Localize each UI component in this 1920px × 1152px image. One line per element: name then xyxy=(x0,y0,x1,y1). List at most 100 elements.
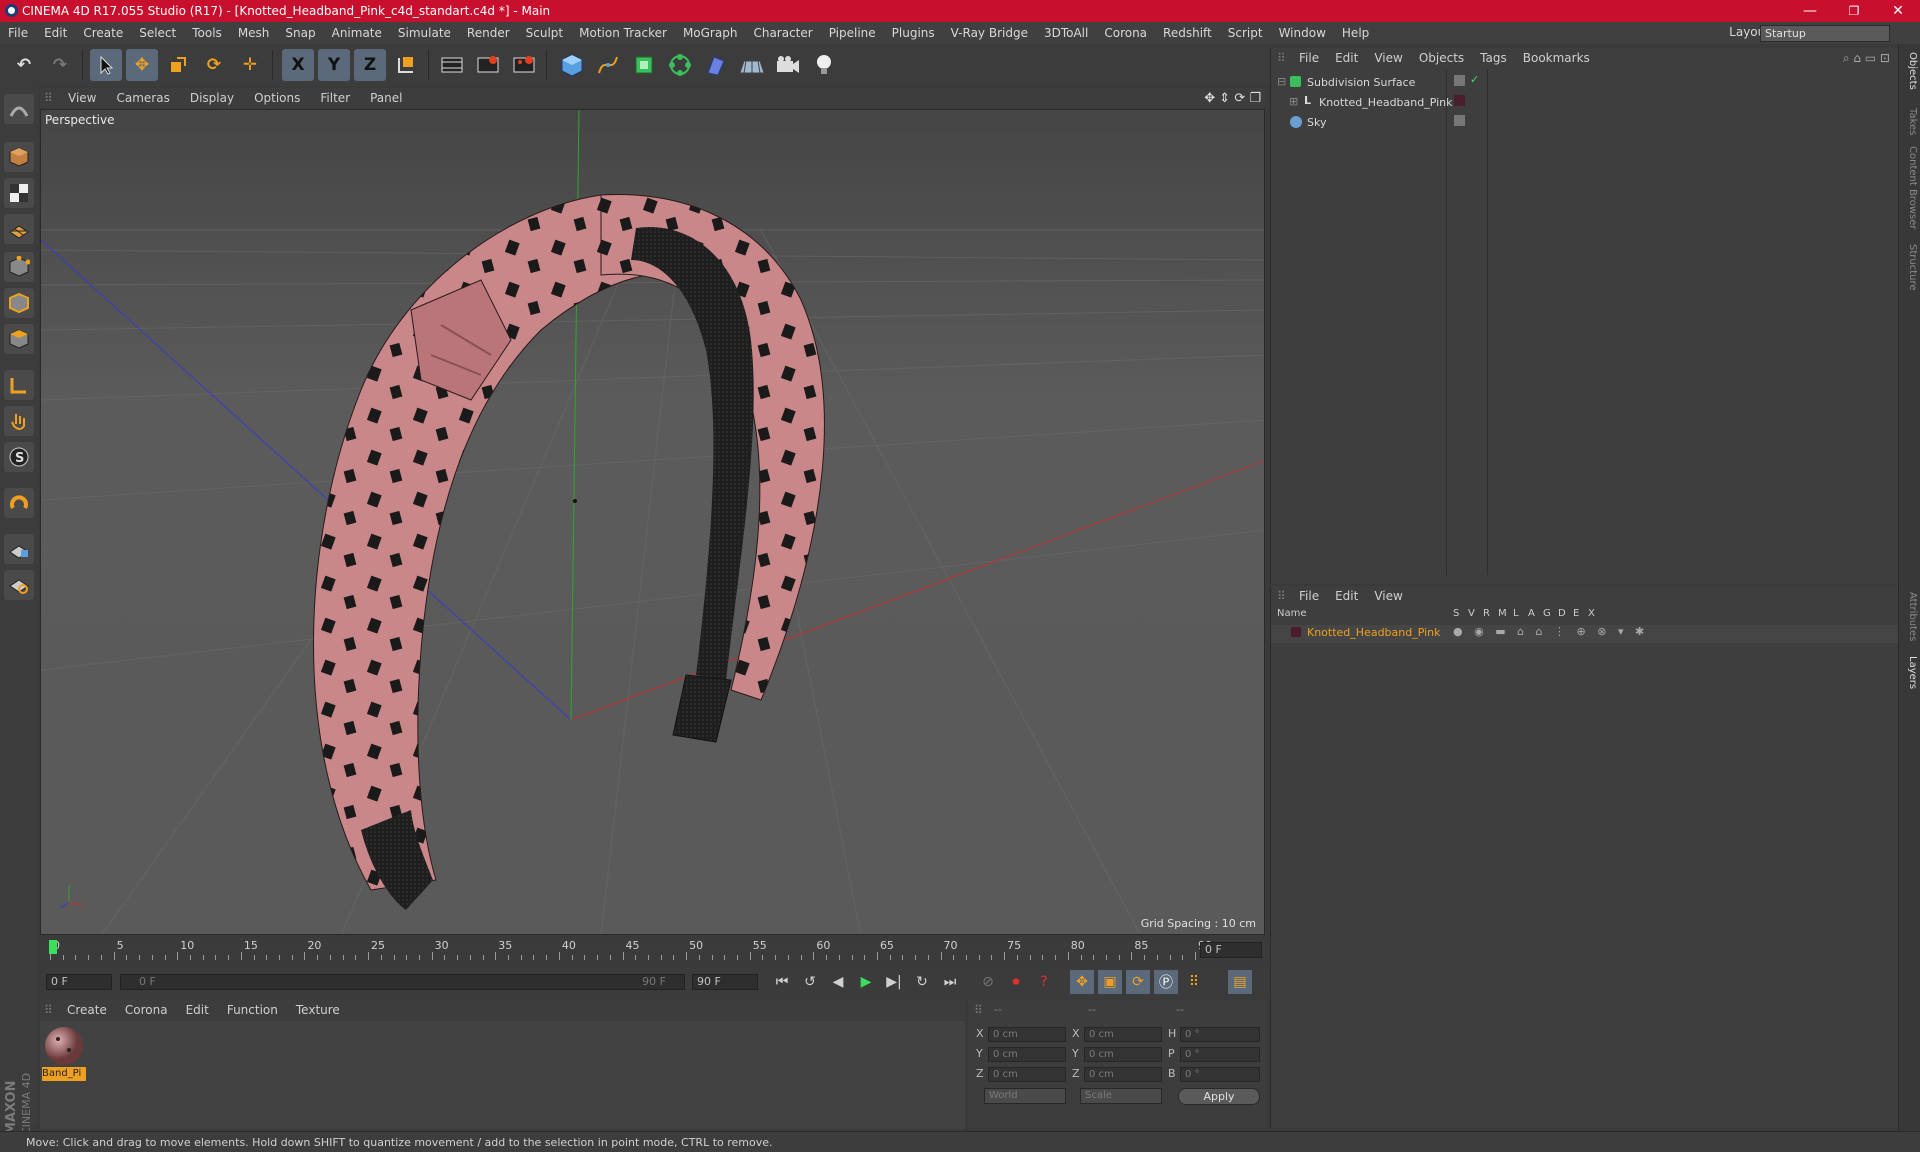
x-axis-lock[interactable]: X xyxy=(282,49,314,81)
close-button[interactable]: ✕ xyxy=(1876,0,1920,22)
axis-mode-icon[interactable] xyxy=(4,370,34,400)
scale-tool-icon[interactable] xyxy=(162,49,194,81)
size-y-field[interactable]: 0 cm xyxy=(1084,1047,1162,1062)
locked-workplane-icon[interactable] xyxy=(4,534,34,564)
menu-file[interactable]: File xyxy=(0,26,36,40)
side-tab-takes[interactable]: Takes xyxy=(1902,108,1918,135)
timeline-window-icon[interactable]: ▤ xyxy=(1228,970,1252,994)
viewport-menu-display[interactable]: Display xyxy=(180,91,244,105)
timeline-ruler[interactable]: 051015202530354045505560657075808590 0 F xyxy=(40,938,1265,962)
polygon-mode-icon[interactable] xyxy=(4,324,34,354)
end-frame-field[interactable]: 90 F xyxy=(692,974,758,990)
menu-animate[interactable]: Animate xyxy=(324,26,390,40)
menu-motion-tracker[interactable]: Motion Tracker xyxy=(571,26,675,40)
live-selection-icon[interactable] xyxy=(90,49,122,81)
recent-tool-icon[interactable]: ✛ xyxy=(234,49,266,81)
edit-render-settings-icon[interactable] xyxy=(508,49,540,81)
texture-mode-icon[interactable] xyxy=(4,178,34,208)
start-frame-field[interactable]: 0 F xyxy=(46,974,112,990)
object-manager-search-icons[interactable]: ⌕ ⌂ ▭ ⊡ xyxy=(1843,51,1890,66)
key-pla-icon[interactable]: ⠿ xyxy=(1182,970,1206,994)
objects-menu-objects[interactable]: Objects xyxy=(1411,51,1472,65)
nurbs-subdivision-icon[interactable] xyxy=(628,49,660,81)
layer-name[interactable]: Knotted_Headband_Pink xyxy=(1307,626,1441,639)
z-axis-lock[interactable]: Z xyxy=(354,49,386,81)
menu-snap[interactable]: Snap xyxy=(277,26,323,40)
layer-col-r[interactable]: R xyxy=(1483,608,1490,619)
restore-button[interactable]: ❐ xyxy=(1832,0,1876,22)
side-tab-objects[interactable]: Objects xyxy=(1902,52,1918,90)
side-tab-structure[interactable]: Structure xyxy=(1902,244,1918,291)
objects-menu-edit[interactable]: Edit xyxy=(1327,51,1366,65)
menu-3dtoall[interactable]: 3DToAll xyxy=(1036,26,1096,40)
menu-corona[interactable]: Corona xyxy=(1096,26,1155,40)
undo-icon[interactable]: ↶ xyxy=(8,49,40,81)
cube-object-icon[interactable] xyxy=(556,49,588,81)
step-forward-icon[interactable]: ▶| xyxy=(882,970,906,994)
menu-character[interactable]: Character xyxy=(745,26,820,40)
layer-col-g[interactable]: G xyxy=(1543,608,1551,619)
menu-mograph[interactable]: MoGraph xyxy=(675,26,746,40)
size-mode-select[interactable]: Scale xyxy=(1080,1088,1162,1104)
workplane-mode-icon[interactable] xyxy=(4,214,34,244)
menu-help[interactable]: Help xyxy=(1334,26,1377,40)
layer-col-name[interactable]: Name xyxy=(1277,608,1307,619)
render-view-icon[interactable] xyxy=(436,49,468,81)
current-frame-field[interactable]: 0 F xyxy=(1200,942,1262,958)
camera-icon[interactable] xyxy=(772,49,804,81)
material-menu-edit[interactable]: Edit xyxy=(177,1003,218,1017)
menu-sculpt[interactable]: Sculpt xyxy=(518,26,571,40)
viewport-menu-options[interactable]: Options xyxy=(244,91,310,105)
viewport-menu-cameras[interactable]: Cameras xyxy=(106,91,179,105)
spline-pen-icon[interactable] xyxy=(592,49,624,81)
viewport-menu-filter[interactable]: Filter xyxy=(310,91,360,105)
objects-menu-bookmarks[interactable]: Bookmarks xyxy=(1515,51,1598,65)
layers-menu-edit[interactable]: Edit xyxy=(1327,589,1366,603)
snap-enable-icon[interactable]: S xyxy=(4,442,34,472)
coordinate-system-icon[interactable] xyxy=(390,49,422,81)
go-to-start-icon[interactable]: ⏮ xyxy=(770,970,794,994)
magnet-icon[interactable] xyxy=(4,488,34,518)
menu-redshift[interactable]: Redshift xyxy=(1155,26,1220,40)
tree-expand-icon[interactable]: ⊟ xyxy=(1277,75,1286,88)
layer-col-s[interactable]: S xyxy=(1453,608,1459,619)
layer-col-l[interactable]: L xyxy=(1513,608,1519,619)
layer-col-e[interactable]: E xyxy=(1573,608,1579,619)
point-mode-icon[interactable] xyxy=(4,252,34,282)
menu-tools[interactable]: Tools xyxy=(184,26,230,40)
editor-visibility-icon[interactable] xyxy=(1454,115,1465,126)
material-menu-create[interactable]: Create xyxy=(58,1003,116,1017)
light-icon[interactable] xyxy=(808,49,840,81)
key-position-icon[interactable]: ✥ xyxy=(1070,970,1094,994)
tree-expand-icon[interactable]: ⊞ xyxy=(1289,95,1298,108)
move-tool-icon[interactable]: ✥ xyxy=(126,49,158,81)
layer-col-m[interactable]: M xyxy=(1498,608,1507,619)
viewport-menu-panel[interactable]: Panel xyxy=(360,91,412,105)
material-menu-corona[interactable]: Corona xyxy=(116,1003,177,1017)
side-tab-content-browser[interactable]: Content Browser xyxy=(1902,146,1918,229)
menu-simulate[interactable]: Simulate xyxy=(390,26,459,40)
model-mode-icon[interactable] xyxy=(4,142,34,172)
tweak-mode-icon[interactable] xyxy=(4,406,34,436)
object-name[interactable]: Knotted_Headband_Pink xyxy=(1319,96,1453,109)
material-name[interactable]: Band_Pi xyxy=(42,1067,86,1081)
material-menu-texture[interactable]: Texture xyxy=(287,1003,349,1017)
pos-x-field[interactable]: 0 cm xyxy=(988,1027,1066,1042)
layer-color-icon[interactable] xyxy=(1291,627,1301,637)
material-menu-function[interactable]: Function xyxy=(218,1003,287,1017)
object-row-subdivision-surface[interactable]: ⊟ Subdivision Surface xyxy=(1271,74,1446,92)
menu-script[interactable]: Script xyxy=(1220,26,1271,40)
step-back-icon[interactable]: ◀ xyxy=(826,970,850,994)
layer-flag-icons[interactable]: ● ◉ ▬ ⌂ ⌂ ⋮ ⊕ ⊗ ▾ ✱ xyxy=(1453,625,1648,638)
rot-h-field[interactable]: 0 ° xyxy=(1180,1027,1260,1042)
layer-color-icon[interactable] xyxy=(1454,95,1465,106)
autokey-icon[interactable]: ⏺ xyxy=(1004,970,1028,994)
menu-edit[interactable]: Edit xyxy=(36,26,75,40)
cloner-array-icon[interactable] xyxy=(664,49,696,81)
previous-key-icon[interactable]: ↺ xyxy=(798,970,822,994)
play-forward-icon[interactable]: ▶ xyxy=(854,970,878,994)
enabled-check-icon[interactable]: ✓ xyxy=(1470,73,1479,86)
menu-plugins[interactable]: Plugins xyxy=(884,26,943,40)
layer-row[interactable]: Knotted_Headband_Pink ● ◉ ▬ ⌂ ⌂ ⋮ ⊕ ⊗ ▾ … xyxy=(1271,625,1898,643)
record-keys-icon[interactable]: ⊘ xyxy=(976,970,1000,994)
